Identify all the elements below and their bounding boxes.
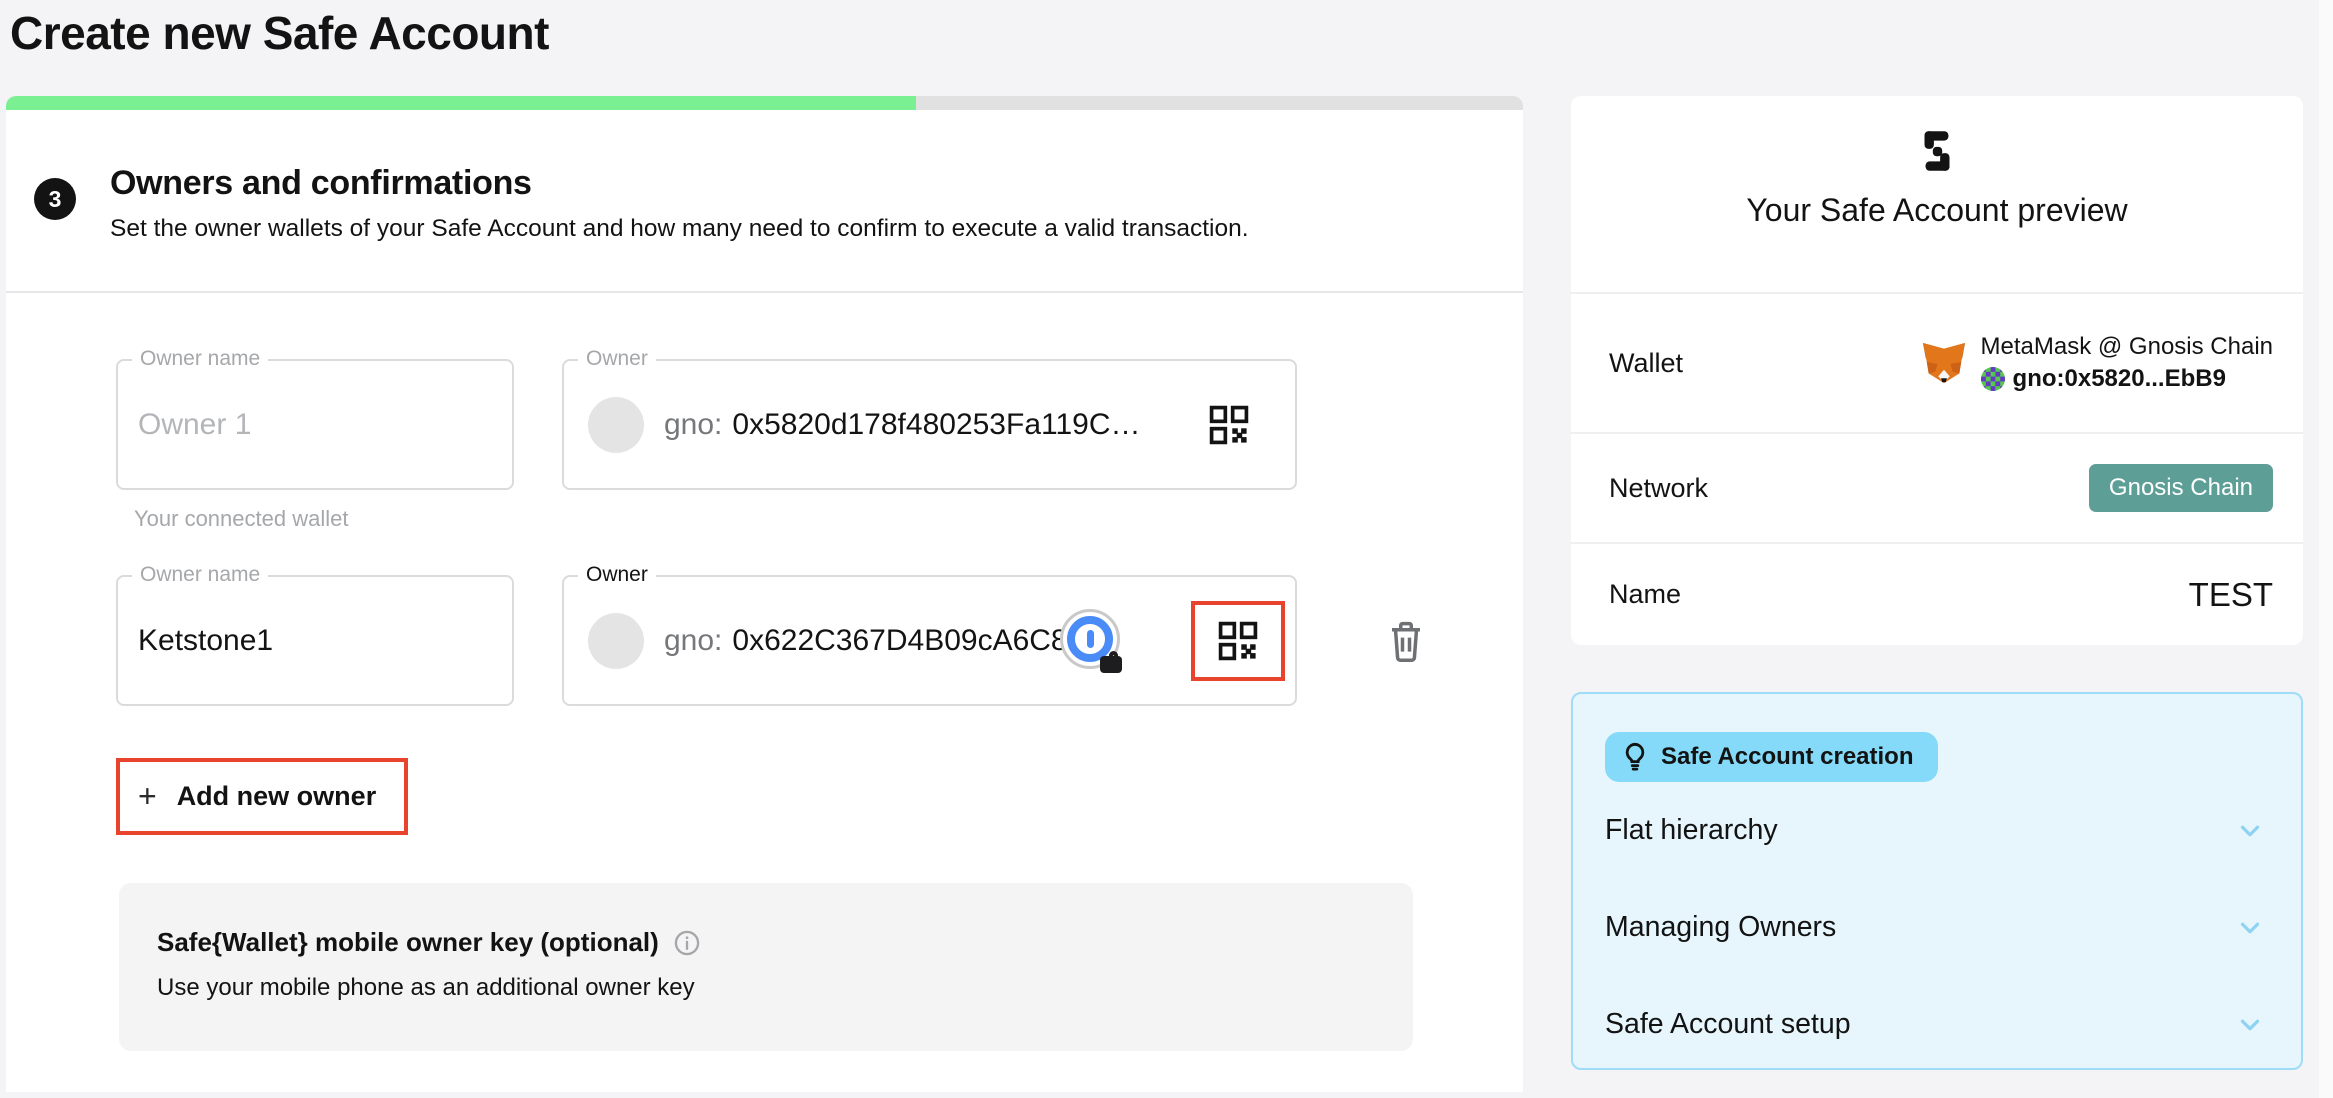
- owner1-name-input[interactable]: [138, 408, 478, 442]
- owner2-address-field[interactable]: Owner gno: 0x622C367D4B09cA6C8: [562, 575, 1297, 706]
- owner2-avatar: [588, 613, 644, 669]
- metamask-fox-icon: [1921, 341, 1967, 385]
- progress-bar-fill: [6, 96, 916, 110]
- owner2-name-label: Owner name: [132, 563, 268, 587]
- qr-annotation-box: [1191, 601, 1285, 681]
- scrollbar-track[interactable]: [2319, 0, 2333, 1098]
- owner-row-2: Owner name Owner gno: 0x622C367D4B09cA6C…: [116, 575, 1523, 706]
- accordion-managing-owners[interactable]: Managing Owners: [1605, 879, 2265, 976]
- plus-icon: +: [138, 778, 157, 815]
- preview-wallet-row: Wallet MetaMask @ Gnosis Chain: [1571, 292, 2303, 432]
- mobile-key-title: Safe{Wallet} mobile owner key (optional): [157, 927, 659, 958]
- progress-bar: [6, 96, 1523, 110]
- safe-logo-icon: [1912, 126, 1962, 176]
- lightbulb-icon: [1623, 742, 1647, 772]
- accordion-flat-hierarchy[interactable]: Flat hierarchy: [1605, 782, 2265, 879]
- accordion-safe-account-setup[interactable]: Safe Account setup: [1605, 976, 2265, 1073]
- wallet-address: gno:0x5820...EbB9: [2013, 365, 2226, 393]
- network-badge: Gnosis Chain: [2089, 464, 2273, 512]
- owner1-address-prefix: gno:: [664, 408, 722, 442]
- owner2-address-value: 0x622C367D4B09cA6C8: [732, 624, 1067, 658]
- add-new-owner-button[interactable]: + Add new owner: [120, 762, 404, 831]
- step-header: 3 Owners and confirmations Set the owner…: [6, 96, 1523, 243]
- page-title: Create new Safe Account: [10, 6, 549, 60]
- wallet-name: MetaMask @ Gnosis Chain: [1981, 333, 2273, 361]
- tips-badge: Safe Account creation: [1605, 732, 1938, 782]
- step-description: Set the owner wallets of your Safe Accou…: [110, 215, 1249, 243]
- owner1-address-field[interactable]: Owner gno: 0x5820d178f480253Fa119C…: [562, 359, 1297, 490]
- owner1-helper-text: Your connected wallet: [134, 506, 1523, 532]
- create-safe-card: 3 Owners and confirmations Set the owner…: [6, 96, 1523, 1092]
- owner-row-1: Owner name Owner gno: 0x5820d178f480253F…: [116, 359, 1523, 532]
- wallet-row-label: Wallet: [1609, 348, 1683, 379]
- chevron-down-icon: [2235, 913, 2265, 943]
- add-owner-label: Add new owner: [177, 781, 377, 812]
- chevron-down-icon: [2235, 816, 2265, 846]
- owner2-address-prefix: gno:: [664, 624, 722, 658]
- safe-preview-card: Your Safe Account preview Wallet MetaMas…: [1571, 96, 2303, 645]
- info-icon[interactable]: [673, 929, 701, 957]
- wallet-identicon: [1981, 367, 2005, 391]
- owner2-name-field[interactable]: Owner name: [116, 575, 514, 706]
- qr-code-icon[interactable]: [1216, 619, 1260, 663]
- owner2-name-input[interactable]: [138, 624, 478, 658]
- qr-code-icon[interactable]: [1207, 403, 1251, 447]
- preview-name-row: Name TEST: [1571, 542, 2303, 645]
- chevron-down-icon: [2235, 1010, 2265, 1040]
- network-row-label: Network: [1609, 473, 1708, 504]
- owner2-address-label: Owner: [578, 563, 656, 587]
- safe-name-value: TEST: [2189, 576, 2273, 614]
- owner1-name-field[interactable]: Owner name: [116, 359, 514, 490]
- mobile-key-description: Use your mobile phone as an additional o…: [157, 974, 1373, 1002]
- preview-title: Your Safe Account preview: [1746, 192, 2127, 229]
- safe-creation-tips-widget: Safe Account creation Flat hierarchy Man…: [1571, 692, 2303, 1070]
- owners-form: Owner name Owner gno: 0x5820d178f480253F…: [6, 293, 1523, 1051]
- preview-network-row: Network Gnosis Chain: [1571, 432, 2303, 542]
- step-number-badge: 3: [34, 178, 76, 220]
- delete-owner-icon[interactable]: [1385, 619, 1427, 665]
- password-manager-lock-icon[interactable]: [1060, 609, 1124, 673]
- owner1-avatar: [588, 397, 644, 453]
- step-title: Owners and confirmations: [110, 164, 1249, 203]
- name-row-label: Name: [1609, 579, 1681, 610]
- tips-badge-label: Safe Account creation: [1661, 743, 1914, 771]
- owner1-name-label: Owner name: [132, 347, 268, 371]
- owner1-address-label: Owner: [578, 347, 656, 371]
- owner1-address-value: 0x5820d178f480253Fa119C…: [732, 408, 1140, 442]
- mobile-owner-key-panel: Safe{Wallet} mobile owner key (optional)…: [119, 883, 1413, 1051]
- add-owner-annotation-box: + Add new owner: [116, 758, 408, 835]
